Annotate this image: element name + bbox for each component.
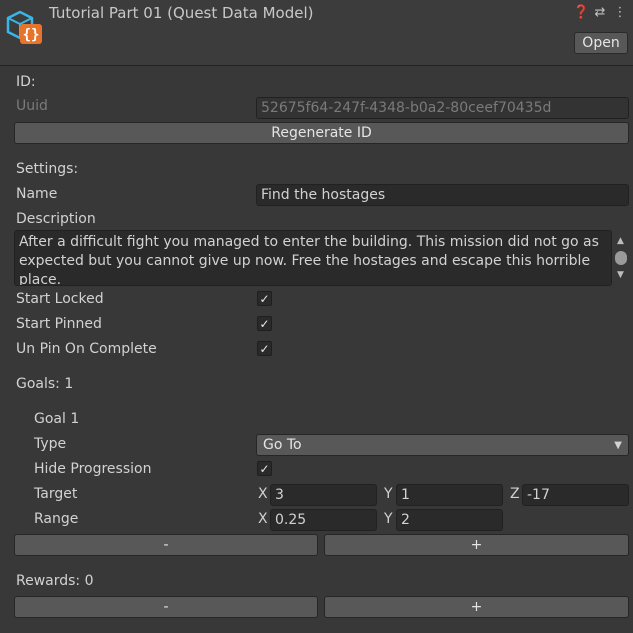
range-y-label: Y — [384, 511, 393, 527]
target-x-field[interactable]: 3 — [270, 484, 377, 506]
target-z-label: Z — [510, 486, 520, 502]
range-label: Range — [34, 511, 79, 527]
start-pinned-label: Start Pinned — [16, 316, 102, 332]
target-label: Target — [34, 486, 78, 502]
description-textarea[interactable]: After a difficult fight you managed to e… — [14, 230, 612, 286]
settings-heading: Settings: — [16, 161, 79, 177]
settings-sliders-icon[interactable]: ⇄ — [593, 5, 607, 20]
range-y-field[interactable]: 2 — [396, 509, 503, 531]
hide-progression-label: Hide Progression — [34, 461, 152, 477]
help-icon[interactable]: ❓ — [573, 5, 589, 20]
add-reward-button[interactable]: + — [324, 596, 629, 618]
regenerate-id-button[interactable]: Regenerate ID — [14, 122, 629, 144]
chevron-down-icon: ▼ — [614, 439, 622, 451]
uuid-field: 52675f64-247f-4348-b0a2-80ceef70435d — [256, 97, 629, 119]
id-heading: ID: — [16, 74, 36, 90]
start-locked-label: Start Locked — [16, 291, 104, 307]
range-x-field[interactable]: 0.25 — [270, 509, 377, 531]
inspector-title: Tutorial Part 01 (Quest Data Model) — [49, 4, 314, 22]
target-z-field[interactable]: -17 — [522, 484, 629, 506]
remove-reward-button[interactable]: - — [14, 596, 318, 618]
hide-progression-checkbox[interactable]: ✓ — [257, 461, 272, 476]
name-field[interactable]: Find the hostages — [256, 184, 629, 206]
goals-heading: Goals: 1 — [16, 376, 74, 392]
target-y-label: Y — [384, 486, 393, 502]
uuid-label: Uuid — [16, 98, 48, 114]
quest-asset-icon: {} — [6, 10, 42, 44]
start-locked-checkbox[interactable]: ✓ — [257, 291, 272, 306]
goal-type-label: Type — [34, 436, 67, 452]
target-y-field[interactable]: 1 — [396, 484, 503, 506]
goal-type-dropdown[interactable]: Go To ▼ — [256, 434, 629, 456]
unpin-on-complete-checkbox[interactable]: ✓ — [257, 341, 272, 356]
scroll-down-icon[interactable]: ▼ — [617, 270, 624, 280]
remove-goal-button[interactable]: - — [14, 534, 318, 556]
add-goal-button[interactable]: + — [324, 534, 629, 556]
name-label: Name — [16, 186, 58, 202]
header-icons: ❓ ⇄ ⋮ — [573, 5, 627, 20]
unpin-on-complete-label: Un Pin On Complete — [16, 341, 157, 357]
more-vertical-icon[interactable]: ⋮ — [613, 5, 627, 20]
description-label: Description — [16, 211, 96, 227]
svg-text:{}: {} — [23, 27, 40, 43]
goal-title: Goal 1 — [34, 411, 80, 427]
range-x-label: X — [258, 511, 268, 527]
target-x-label: X — [258, 486, 268, 502]
scroll-up-icon[interactable]: ▲ — [617, 236, 624, 246]
start-pinned-checkbox[interactable]: ✓ — [257, 316, 272, 331]
rewards-heading: Rewards: 0 — [16, 573, 94, 589]
goal-type-value: Go To — [263, 437, 302, 453]
scroll-thumb[interactable] — [615, 251, 627, 265]
open-button[interactable]: Open — [574, 32, 628, 54]
